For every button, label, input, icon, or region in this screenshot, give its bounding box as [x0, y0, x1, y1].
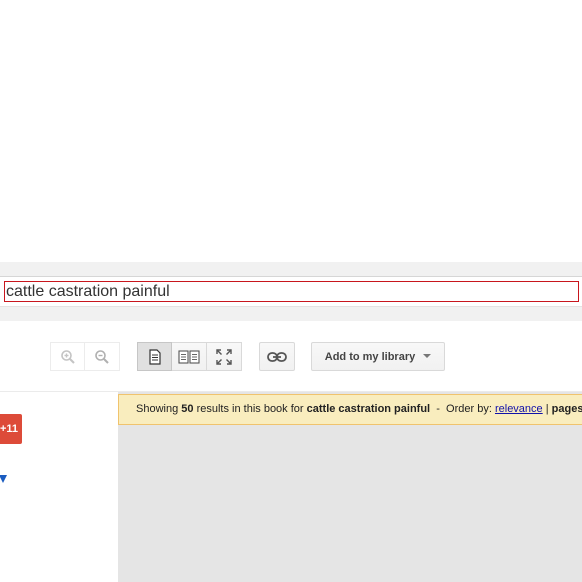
single-page-view-icon: [148, 348, 161, 365]
triangle-down-icon[interactable]: [0, 475, 7, 483]
fullscreen-button[interactable]: [207, 342, 242, 371]
search-bar: [0, 262, 582, 321]
library-controls: Add to my library: [311, 342, 445, 371]
left-sidebar: +11: [0, 392, 118, 582]
divider: [0, 306, 582, 307]
order-pages-option[interactable]: pages: [552, 403, 582, 415]
two-page-view-button[interactable]: [172, 342, 207, 371]
fullscreen-icon: [216, 348, 232, 365]
zoom-out-button[interactable]: [85, 342, 120, 371]
results-prefix: Showing: [136, 403, 179, 415]
results-middle: results in this book for: [196, 403, 304, 415]
two-page-view-icon: [178, 349, 200, 364]
add-to-library-button[interactable]: Add to my library: [311, 342, 445, 371]
plus-one-button[interactable]: +11: [0, 414, 22, 444]
viewer-toolbar: Add to my library: [0, 321, 582, 392]
link-controls: [259, 342, 295, 371]
results-banner: Showing 50 results in this book for catt…: [118, 394, 582, 425]
link-button[interactable]: [259, 342, 295, 371]
zoom-controls: [50, 342, 120, 371]
order-divider: |: [545, 403, 549, 415]
zoom-out-icon: [95, 349, 109, 364]
zoom-in-button[interactable]: [50, 342, 85, 371]
zoom-in-icon: [60, 349, 75, 364]
add-to-library-label: Add to my library: [324, 350, 416, 363]
single-page-view-button[interactable]: [137, 342, 172, 371]
search-input[interactable]: [4, 281, 579, 302]
chevron-down-icon: [423, 353, 432, 358]
results-separator: -: [436, 403, 440, 415]
view-mode-controls: [137, 342, 242, 371]
page-blank-area: [0, 0, 582, 262]
book-viewer-area: Showing 50 results in this book for catt…: [118, 392, 582, 582]
order-by-label: Order by:: [446, 403, 492, 415]
link-icon: [267, 351, 287, 362]
results-query: cattle castration painful: [306, 403, 431, 415]
plus-one-count: +11: [0, 423, 19, 435]
order-relevance-link[interactable]: relevance: [495, 403, 543, 415]
results-count: 50: [181, 403, 194, 415]
